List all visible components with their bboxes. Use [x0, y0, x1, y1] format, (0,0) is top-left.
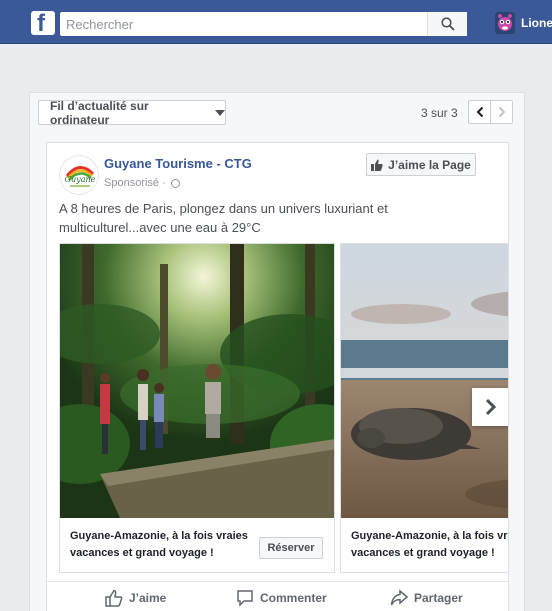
- sponsored-post: Guyane Guyane Tourisme - CTG Sponsorisé …: [46, 142, 509, 611]
- next-button[interactable]: [490, 100, 513, 124]
- carousel-card[interactable]: Guyane-Amazonie, à la fois vraies vacanc…: [59, 243, 335, 573]
- user-profile-link[interactable]: Lionel: [495, 12, 552, 34]
- carousel-image-jungle-family: [60, 244, 334, 518]
- avatar: [495, 12, 515, 34]
- carousel-caption: Guyane-Amazonie, à la fois vraies vacanc…: [70, 530, 248, 559]
- placement-dropdown[interactable]: Fil d’actualité sur ordinateur: [38, 98, 226, 127]
- post-actions: J’aime Commenter Partager: [47, 581, 508, 611]
- facebook-logo-letter: f: [37, 11, 45, 35]
- thumbs-up-icon: [105, 589, 123, 607]
- caret-down-icon: [215, 109, 225, 116]
- carousel-next-button[interactable]: [472, 388, 508, 426]
- share-button[interactable]: Partager: [390, 582, 463, 611]
- guyane-logo: Guyane: [65, 166, 96, 187]
- previous-button[interactable]: [468, 100, 491, 124]
- reserve-button[interactable]: Réserver: [259, 537, 323, 559]
- search-icon: [440, 17, 455, 31]
- comment-icon: [237, 590, 253, 607]
- share-icon: [390, 589, 408, 606]
- placement-dropdown-label: Fil d’actualité sur ordinateur: [50, 98, 149, 127]
- top-bar: f Lionel: [0, 0, 552, 44]
- svg-text:Guyane: Guyane: [65, 175, 96, 184]
- carousel-caption: Guyane-Amazonie, à la fois vraies vacanc…: [351, 530, 508, 559]
- post-text: A 8 heures de Paris, plongez dans un uni…: [59, 201, 388, 235]
- thumbs-up-icon: [371, 159, 383, 171]
- search-button[interactable]: [427, 12, 467, 36]
- page-avatar[interactable]: Guyane: [59, 155, 99, 195]
- globe-icon: [170, 178, 180, 188]
- user-name: Lionel: [521, 16, 552, 30]
- facebook-logo[interactable]: f: [31, 11, 55, 35]
- ad-preview-panel: Fil d’actualité sur ordinateur 3 sur 3 G…: [29, 92, 525, 611]
- carousel-image-turtle-beach: [341, 244, 508, 518]
- search-box: [60, 12, 467, 36]
- chevron-left-icon: [476, 106, 483, 118]
- page-name[interactable]: Guyane Tourisme - CTG: [104, 156, 252, 171]
- like-label: J’aime: [129, 591, 167, 605]
- carousel: Guyane-Amazonie, à la fois vraies vacanc…: [59, 243, 508, 573]
- search-input[interactable]: [60, 12, 428, 36]
- chevron-right-icon: [498, 106, 505, 118]
- like-page-button[interactable]: J’aime la Page: [366, 153, 476, 176]
- comment-button[interactable]: Commenter: [236, 582, 327, 611]
- pager-count: 3 sur 3: [421, 106, 458, 120]
- share-label: Partager: [414, 591, 463, 605]
- like-page-label: J’aime la Page: [388, 157, 471, 172]
- chevron-right-icon: [485, 398, 497, 416]
- sponsored-label: Sponsorisé ·: [104, 177, 180, 189]
- comment-label: Commenter: [260, 591, 327, 605]
- like-button[interactable]: J’aime: [105, 582, 166, 611]
- sponsored-text: Sponsorisé ·: [104, 177, 166, 189]
